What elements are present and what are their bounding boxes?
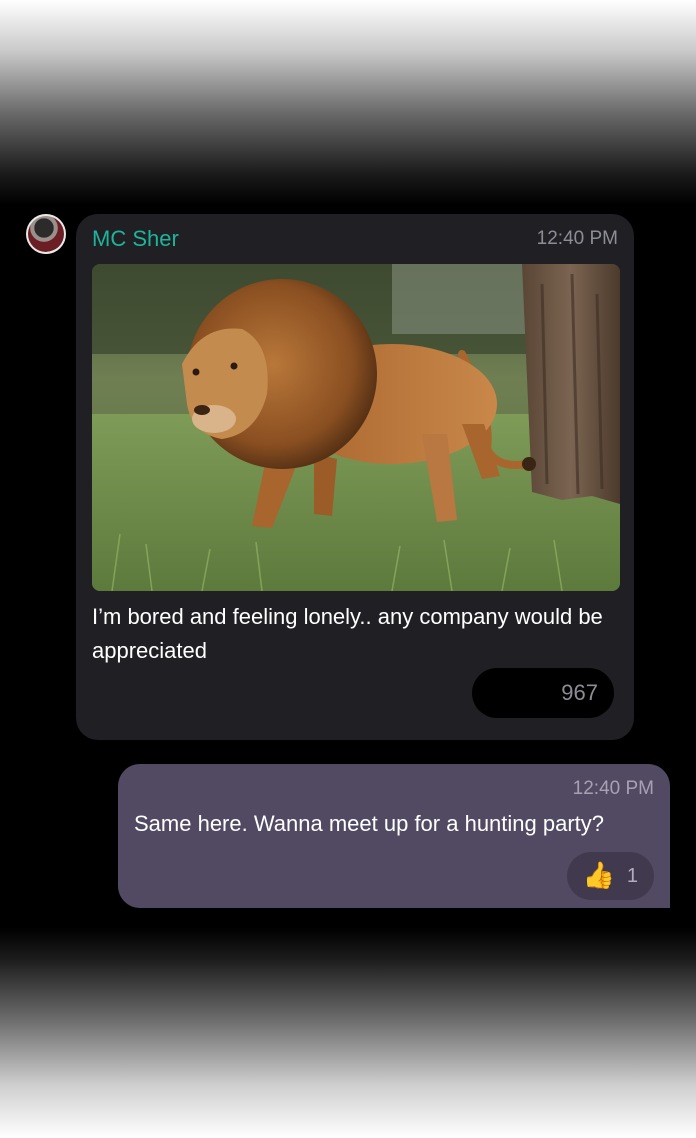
- message-timestamp: 12:40 PM: [536, 228, 618, 249]
- reaction-count: 1: [626, 864, 638, 887]
- outgoing-message-bubble[interactable]: 12:40 PM Same here. Wanna meet up for a …: [118, 764, 670, 908]
- sender-name[interactable]: MC Sher: [92, 226, 179, 252]
- message-text: Same here. Wanna meet up for a hunting p…: [134, 811, 605, 836]
- reaction-count: 967: [561, 680, 598, 705]
- message-text: I’m bored and feeling lonely.. any compa…: [92, 604, 603, 663]
- thumbs-up-emoji-icon[interactable]: 👍: [583, 863, 615, 889]
- lion-photo-illustration: [92, 264, 620, 591]
- reactions-bar[interactable]: 😂 😔 967: [471, 668, 614, 718]
- laughing-emoji-icon[interactable]: 😂: [488, 680, 518, 706]
- top-fade-overlay: [0, 0, 696, 205]
- pensive-emoji-icon[interactable]: 😔: [524, 680, 551, 706]
- message-timestamp: 12:40 PM: [572, 778, 654, 799]
- incoming-message-bubble[interactable]: MC Sher 12:40 PM I’m bored and feeling l…: [76, 214, 634, 740]
- message-photo[interactable]: [92, 264, 620, 591]
- reactions-bar[interactable]: 👍 1: [566, 852, 654, 900]
- sender-avatar[interactable]: [26, 214, 66, 254]
- bottom-fade-overlay: [0, 928, 696, 1138]
